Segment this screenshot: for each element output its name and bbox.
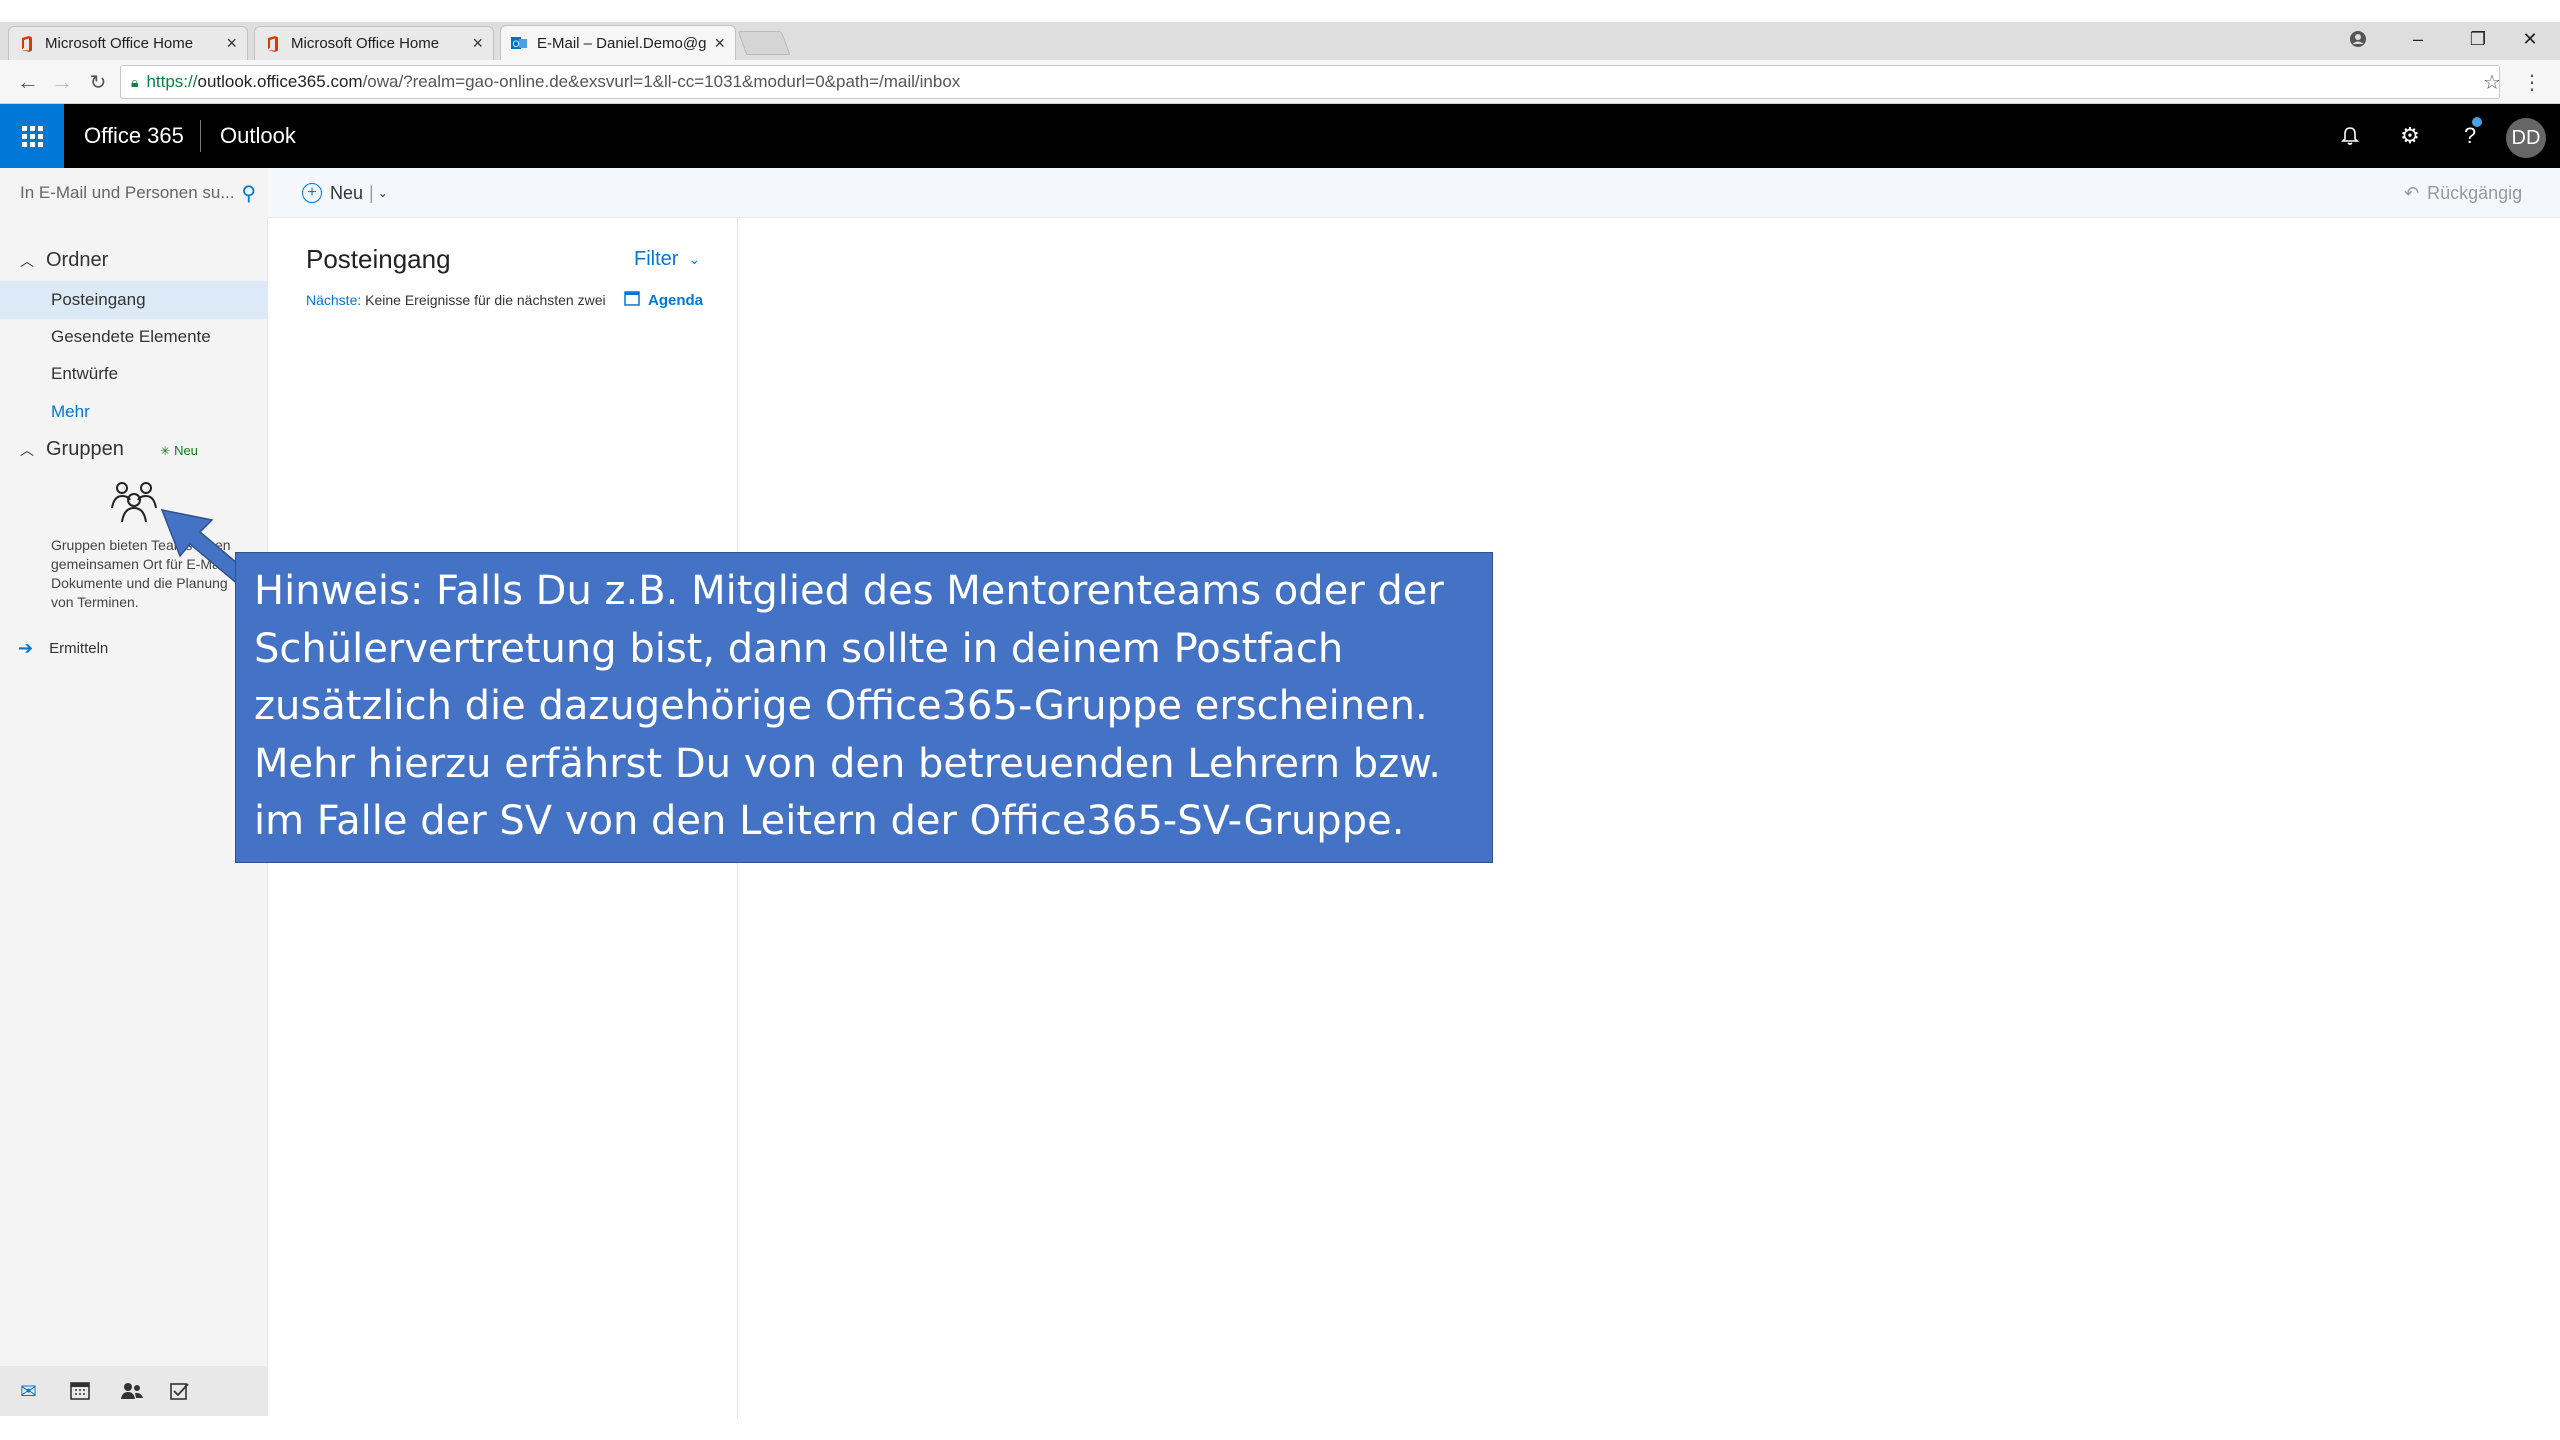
o365-header — [0, 104, 2560, 168]
close-tab-icon[interactable]: × — [714, 33, 725, 54]
forward-icon[interactable]: → — [48, 68, 76, 96]
groups-heading[interactable]: ︿ Gruppen — [20, 438, 124, 461]
app-title[interactable]: Outlook — [220, 104, 296, 168]
more-label: Mehr — [51, 402, 90, 421]
bookmark-star-icon[interactable]: ☆ — [2478, 68, 2506, 96]
browser-menu-icon[interactable]: ⋮ — [2518, 68, 2546, 96]
next-text: Keine Ereignisse für die nächsten zwei T… — [365, 292, 606, 308]
callout-line: Mehr hierzu erfährst Du von den betreuen… — [254, 740, 1441, 787]
groups-heading-label: Gruppen — [46, 438, 124, 460]
plus-icon: + — [302, 183, 322, 203]
agenda-button[interactable]: Agenda — [624, 290, 703, 311]
profile-icon[interactable] — [2328, 24, 2388, 54]
avatar[interactable]: DD — [2506, 118, 2546, 158]
new-badge: ✳ Neu — [160, 443, 198, 458]
folder-more-link[interactable]: Mehr — [0, 393, 268, 431]
browser-tab-1[interactable]: Microsoft Office Home × — [8, 26, 248, 60]
new-label: Neu — [330, 182, 364, 203]
search-icon[interactable]: ⚲ — [241, 181, 256, 206]
header-divider — [200, 120, 201, 152]
search-placeholder: In E-Mail und Personen su... — [20, 183, 235, 202]
office-icon — [19, 35, 35, 52]
tasks-icon[interactable] — [170, 1382, 220, 1400]
command-bar — [268, 168, 2560, 218]
brand-title[interactable]: Office 365 — [84, 104, 184, 168]
undo-label: Rückgängig — [2427, 182, 2523, 203]
callout-line: zusätzlich die dazugehörige Office365-Gr… — [254, 683, 1428, 729]
undo-icon: ↶ — [2404, 182, 2420, 203]
undo-button[interactable]: ↶ Rückgängig — [2404, 178, 2522, 208]
tab-title: Microsoft Office Home — [291, 35, 440, 52]
chevron-down-icon: ⌄ — [688, 251, 701, 267]
close-tab-icon[interactable]: × — [226, 33, 237, 54]
chevron-up-icon: ︿ — [20, 441, 34, 458]
upcoming-events: Nächste: Keine Ereignisse für die nächst… — [306, 292, 606, 308]
arrow-right-icon: ➔ — [18, 637, 34, 658]
search-input[interactable]: In E-Mail und Personen su... ⚲ — [0, 168, 268, 218]
agenda-label: Agenda — [648, 292, 704, 309]
url-input[interactable]: 🔒︎ https://outlook.office365.com/owa/?re… — [120, 65, 2500, 99]
callout-line: Hinweis: Falls Du z.B. Mitglied des Ment… — [254, 568, 1444, 614]
office-icon — [265, 35, 281, 52]
folders-heading-label: Ordner — [46, 249, 109, 271]
new-badge-label: Neu — [174, 443, 198, 458]
bell-icon[interactable] — [2320, 104, 2380, 168]
browser-tab-3-active[interactable]: O E-Mail – Daniel.Demo@g × — [500, 25, 736, 60]
chevron-down-icon[interactable]: ⌄ — [378, 186, 388, 200]
maximize-icon[interactable]: ❐ — [2448, 24, 2508, 54]
module-switcher: ✉ — [0, 1366, 268, 1416]
help-icon[interactable]: ? — [2440, 104, 2500, 168]
people-icon[interactable] — [120, 1382, 170, 1400]
url-path: /owa/?realm=gao-online.de&exsvurl=1&ll-c… — [362, 72, 961, 91]
folder-label: Posteingang — [51, 290, 146, 309]
reload-icon[interactable]: ↻ — [84, 68, 112, 96]
url-prefix: https:// — [146, 72, 198, 91]
window-top-strip — [0, 0, 2560, 22]
svg-text:O: O — [512, 39, 519, 49]
calendar-icon — [624, 290, 640, 311]
filter-button[interactable]: Filter ⌄ — [634, 248, 700, 271]
callout-line: Schülervertretung bist, dann sollte in d… — [254, 625, 1344, 672]
new-tab-button[interactable] — [737, 31, 791, 55]
browser-tab-2[interactable]: Microsoft Office Home × — [254, 26, 494, 60]
sparkle-icon: ✳ — [160, 443, 171, 458]
filter-label: Filter — [634, 248, 679, 270]
mail-icon[interactable]: ✉ — [20, 1379, 70, 1404]
next-label: Nächste: — [306, 292, 362, 308]
discover-groups-link[interactable]: ➔ Ermitteln — [18, 636, 108, 660]
calendar-icon[interactable] — [70, 1382, 120, 1400]
tab-title: Microsoft Office Home — [45, 35, 194, 52]
new-message-button[interactable]: + Neu | ⌄ — [302, 178, 388, 208]
folder-label: Gesendete Elemente — [51, 327, 211, 346]
folder-item-drafts[interactable]: Entwürfe — [0, 355, 268, 393]
page-title: Posteingang — [306, 244, 451, 274]
folder-label: Entwürfe — [51, 364, 119, 383]
app-launcher-icon[interactable] — [0, 104, 64, 168]
gear-icon[interactable]: ⚙ — [2380, 104, 2440, 168]
url-host: outlook.office365.com — [197, 72, 363, 91]
folder-item-inbox[interactable]: Posteingang — [0, 281, 268, 319]
folders-heading[interactable]: ︿ Ordner — [20, 249, 108, 272]
back-icon[interactable]: ← — [14, 68, 42, 96]
close-window-icon[interactable]: ✕ — [2500, 24, 2560, 54]
chevron-up-icon: ︿ — [20, 252, 34, 269]
minimize-icon[interactable]: – — [2388, 24, 2448, 54]
tab-title: E-Mail – Daniel.Demo@g — [537, 34, 707, 52]
lock-icon: 🔒︎ — [131, 73, 139, 90]
discover-label: Ermitteln — [49, 639, 109, 657]
callout-line: im Falle der SV von den Leitern der Offi… — [254, 798, 1405, 844]
hint-callout: Hinweis: Falls Du z.B. Mitglied des Ment… — [235, 552, 1493, 863]
outlook-icon: O — [511, 35, 527, 51]
close-tab-icon[interactable]: × — [472, 33, 483, 54]
separator: | — [369, 182, 374, 203]
folder-item-sent[interactable]: Gesendete Elemente — [0, 318, 268, 356]
